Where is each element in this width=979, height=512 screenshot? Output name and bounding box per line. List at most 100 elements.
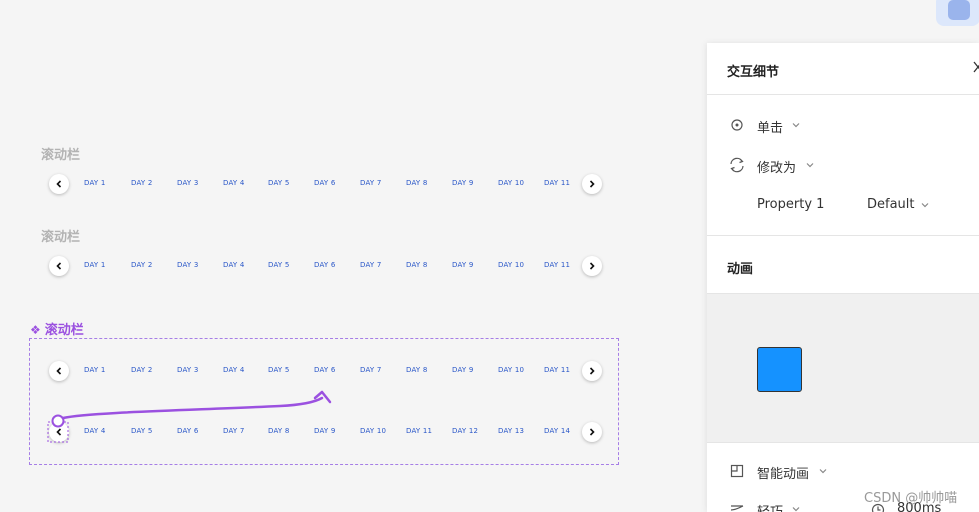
easing-label: 轻巧 bbox=[757, 505, 783, 512]
day-tab[interactable]: DAY 7 bbox=[360, 366, 381, 374]
day-tab[interactable]: DAY 2 bbox=[131, 366, 152, 374]
day-tab[interactable]: DAY 7 bbox=[360, 179, 381, 187]
action-select[interactable]: 修改为 bbox=[757, 157, 796, 176]
day-tab[interactable]: DAY 7 bbox=[360, 261, 381, 269]
scroll-row: DAY 1 DAY 2 DAY 3 DAY 4 DAY 5 DAY 6 DAY 7 DAY 8… bbox=[48, 255, 608, 277]
day-tab[interactable]: DAY 8 bbox=[406, 261, 427, 269]
day-tab[interactable]: DAY 10 bbox=[360, 427, 386, 435]
day-tab[interactable]: DAY 6 bbox=[314, 179, 335, 187]
day-tab[interactable]: DAY 9 bbox=[452, 179, 473, 187]
divider bbox=[707, 94, 979, 95]
day-tab[interactable]: DAY 11 bbox=[544, 179, 570, 187]
chevron-down-icon[interactable] bbox=[791, 120, 801, 130]
prev-button[interactable] bbox=[49, 361, 69, 381]
chevron-down-icon[interactable] bbox=[791, 504, 801, 512]
day-tab[interactable]: DAY 11 bbox=[544, 366, 570, 374]
prev-button[interactable] bbox=[49, 422, 69, 442]
animation-title: 动画 bbox=[727, 262, 754, 277]
day-tab[interactable]: DAY 3 bbox=[177, 366, 198, 374]
chevron-right-icon bbox=[589, 180, 595, 188]
prev-button[interactable] bbox=[49, 256, 69, 276]
easing-select[interactable]: 轻巧 bbox=[757, 501, 783, 512]
trigger-select[interactable]: 单击 bbox=[757, 117, 783, 136]
day-tab[interactable]: DAY 1 bbox=[84, 179, 105, 187]
day-tab[interactable]: DAY 2 bbox=[131, 179, 152, 187]
animation-preview bbox=[707, 294, 979, 442]
day-tab[interactable]: DAY 10 bbox=[498, 179, 524, 187]
day-tab[interactable]: DAY 3 bbox=[177, 261, 198, 269]
day-tab[interactable]: DAY 9 bbox=[452, 366, 473, 374]
day-tab[interactable]: DAY 5 bbox=[268, 261, 289, 269]
day-tab[interactable]: DAY 6 bbox=[177, 427, 198, 435]
divider bbox=[707, 235, 979, 236]
chevron-left-icon bbox=[56, 180, 62, 188]
day-tab[interactable]: DAY 6 bbox=[314, 261, 335, 269]
chevron-left-icon bbox=[56, 367, 62, 375]
next-button[interactable] bbox=[582, 256, 602, 276]
day-tab[interactable]: DAY 5 bbox=[268, 366, 289, 374]
next-button[interactable] bbox=[582, 361, 602, 381]
animation-type-label: 智能动画 bbox=[757, 467, 810, 482]
top-avatar[interactable] bbox=[922, 0, 979, 30]
day-tab[interactable]: DAY 4 bbox=[223, 179, 244, 187]
day-tab[interactable]: DAY 6 bbox=[314, 366, 335, 374]
day-tab[interactable]: DAY 9 bbox=[314, 427, 335, 435]
day-tab[interactable]: DAY 12 bbox=[452, 427, 478, 435]
next-button[interactable] bbox=[582, 422, 602, 442]
interaction-details-panel: 交互细节 单击 修改为 Property 1 Default 动画 智能动画 轻… bbox=[707, 43, 979, 512]
day-tab[interactable]: DAY 8 bbox=[406, 366, 427, 374]
prev-button[interactable] bbox=[49, 174, 69, 194]
watermark: CSDN @帅帅喵 bbox=[864, 491, 958, 506]
day-tab[interactable]: DAY 4 bbox=[223, 366, 244, 374]
scroll-row: DAY 4 DAY 5 DAY 6 DAY 7 DAY 8 DAY 9 DAY 10 DAY … bbox=[48, 421, 608, 443]
trigger-label: 单击 bbox=[757, 121, 784, 136]
day-tab[interactable]: DAY 10 bbox=[498, 261, 524, 269]
day-tab[interactable]: DAY 14 bbox=[544, 427, 570, 435]
day-tab[interactable]: DAY 13 bbox=[498, 427, 524, 435]
chevron-left-icon bbox=[56, 428, 62, 436]
avatar-icon bbox=[948, 0, 970, 20]
animation-type-select[interactable]: 智能动画 bbox=[757, 463, 809, 482]
group-label-2: 滚动栏 bbox=[41, 230, 81, 245]
next-button[interactable] bbox=[582, 174, 602, 194]
day-tab[interactable]: DAY 4 bbox=[223, 261, 244, 269]
chevron-right-icon bbox=[589, 428, 595, 436]
scroll-row: DAY 1 DAY 2 DAY 3 DAY 4 DAY 5 DAY 6 DAY 7 DAY 8… bbox=[48, 173, 608, 195]
day-tab[interactable]: DAY 11 bbox=[406, 427, 432, 435]
chevron-down-icon[interactable] bbox=[805, 160, 815, 170]
day-tab[interactable]: DAY 1 bbox=[84, 366, 105, 374]
day-tab[interactable]: DAY 8 bbox=[406, 179, 427, 187]
day-tab[interactable]: DAY 7 bbox=[223, 427, 244, 435]
action-label: 修改为 bbox=[757, 161, 797, 176]
day-tab[interactable]: DAY 11 bbox=[544, 261, 570, 269]
target-icon bbox=[731, 119, 743, 131]
chevron-right-icon bbox=[589, 262, 595, 270]
swap-icon bbox=[730, 157, 744, 173]
preview-square bbox=[757, 347, 802, 392]
easing-icon bbox=[730, 505, 744, 511]
smart-animate-icon bbox=[730, 464, 744, 478]
component-icon: ❖ bbox=[30, 323, 41, 337]
day-tab[interactable]: DAY 4 bbox=[84, 427, 105, 435]
chevron-down-icon[interactable] bbox=[920, 200, 930, 210]
day-tab[interactable]: DAY 3 bbox=[177, 179, 198, 187]
component-selection-box[interactable] bbox=[29, 338, 619, 465]
scroll-row: DAY 1 DAY 2 DAY 3 DAY 4 DAY 5 DAY 6 DAY 7 DAY 8… bbox=[48, 360, 608, 382]
chevron-left-icon bbox=[56, 262, 62, 270]
group-label-1: 滚动栏 bbox=[41, 148, 81, 163]
chevron-down-icon[interactable] bbox=[818, 466, 828, 476]
close-icon[interactable] bbox=[973, 61, 979, 73]
day-tab[interactable]: DAY 5 bbox=[268, 179, 289, 187]
property-name: Property 1 bbox=[757, 197, 825, 212]
day-tab[interactable]: DAY 1 bbox=[84, 261, 105, 269]
day-tab[interactable]: DAY 8 bbox=[268, 427, 289, 435]
panel-title: 交互细节 bbox=[727, 65, 780, 80]
group-label-3-text: 滚动栏 bbox=[44, 323, 84, 338]
day-tab[interactable]: DAY 2 bbox=[131, 261, 152, 269]
property-value-select[interactable]: Default bbox=[867, 197, 915, 212]
property-value: Default bbox=[867, 197, 915, 212]
day-tab[interactable]: DAY 5 bbox=[131, 427, 152, 435]
group-label-3[interactable]: ❖ 滚动栏 bbox=[30, 319, 84, 338]
day-tab[interactable]: DAY 9 bbox=[452, 261, 473, 269]
day-tab[interactable]: DAY 10 bbox=[498, 366, 524, 374]
